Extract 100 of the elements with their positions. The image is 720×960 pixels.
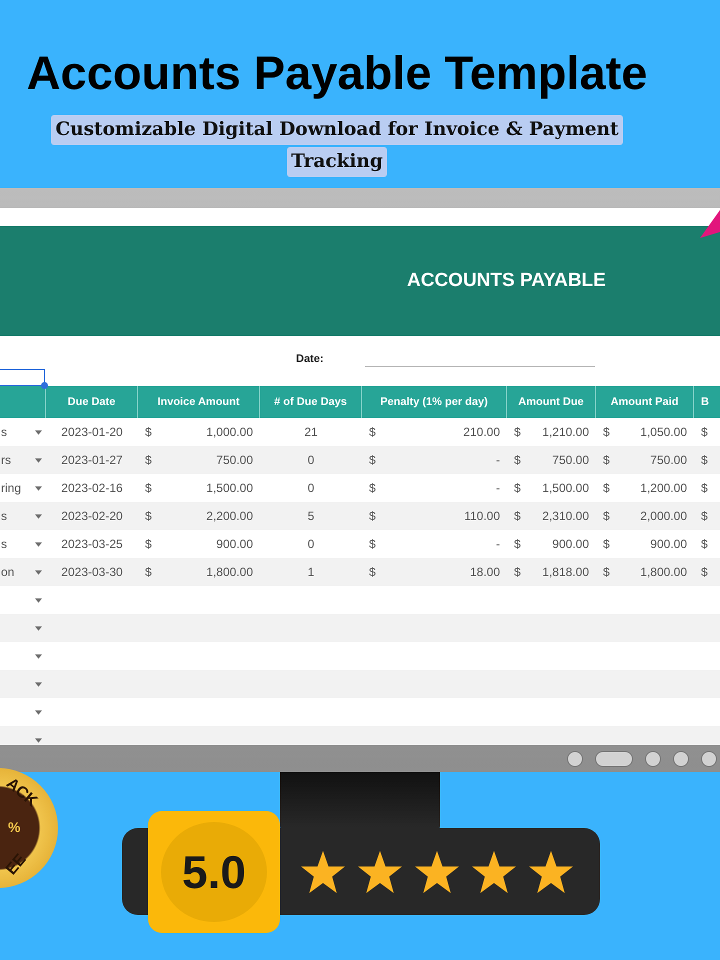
star-icon <box>528 850 574 894</box>
monitor-button[interactable] <box>595 750 633 766</box>
currency-symbol: $ <box>701 537 708 551</box>
monitor-button[interactable] <box>645 750 661 766</box>
page-title: Accounts Payable Template <box>26 45 648 101</box>
table-cell: 900.00 <box>552 537 589 551</box>
monitor-button[interactable] <box>673 750 689 766</box>
dropdown-caret-icon[interactable] <box>35 598 42 602</box>
currency-symbol: $ <box>369 481 376 495</box>
currency-symbol: $ <box>701 509 708 523</box>
currency-symbol: $ <box>603 425 610 439</box>
table-cell: 5 <box>308 509 314 523</box>
table-cell: 1,500.00 <box>206 481 253 495</box>
dropdown-caret-icon[interactable] <box>35 430 42 434</box>
currency-symbol: $ <box>369 509 376 523</box>
table-cell: 2,310.00 <box>542 509 589 523</box>
dropdown-caret-icon[interactable] <box>35 514 42 518</box>
dropdown-caret-icon[interactable] <box>35 458 42 462</box>
table-cell: 2,200.00 <box>206 509 253 523</box>
table-cell: - <box>496 481 500 495</box>
monitor-button[interactable] <box>567 750 583 766</box>
currency-symbol: $ <box>603 481 610 495</box>
table-cell: s <box>1 509 7 523</box>
currency-symbol: $ <box>369 565 376 579</box>
currency-symbol: $ <box>145 537 152 551</box>
table-cell: 750.00 <box>216 453 253 467</box>
dropdown-caret-icon[interactable] <box>35 570 42 574</box>
currency-symbol: $ <box>145 509 152 523</box>
table-cell: 2023-02-16 <box>61 481 123 495</box>
sheet-heading: ACCOUNTS PAYABLE <box>407 270 606 292</box>
table-cell: - <box>496 453 500 467</box>
currency-symbol: $ <box>145 425 152 439</box>
seal-text: EE <box>2 851 30 879</box>
currency-symbol: $ <box>701 481 708 495</box>
table-cell: 2023-03-25 <box>61 537 123 551</box>
table-cell: 900.00 <box>216 537 253 551</box>
currency-symbol: $ <box>145 453 152 467</box>
currency-symbol: $ <box>514 481 521 495</box>
dropdown-caret-icon[interactable] <box>35 738 42 742</box>
table-cell: 1,800.00 <box>640 565 687 579</box>
table-cell: 1,818.00 <box>542 565 589 579</box>
currency-symbol: $ <box>514 453 521 467</box>
star-icon <box>471 850 517 894</box>
column-header: B <box>700 395 710 410</box>
table-cell: 750.00 <box>552 453 589 467</box>
table-cell: 1,800.00 <box>206 565 253 579</box>
table-cell: 210.00 <box>463 425 500 439</box>
table-cell: 1,210.00 <box>542 425 589 439</box>
dropdown-caret-icon[interactable] <box>35 710 42 714</box>
table-cell: 1,500.00 <box>542 481 589 495</box>
currency-symbol: $ <box>145 481 152 495</box>
table-cell: rs <box>1 453 11 467</box>
currency-symbol: $ <box>603 565 610 579</box>
dropdown-caret-icon[interactable] <box>35 654 42 658</box>
star-icon <box>357 850 403 894</box>
currency-symbol: $ <box>603 453 610 467</box>
table-cell: 0 <box>308 453 314 467</box>
currency-symbol: $ <box>701 453 708 467</box>
dropdown-caret-icon[interactable] <box>35 626 42 630</box>
currency-symbol: $ <box>369 537 376 551</box>
dropdown-caret-icon[interactable] <box>35 682 42 686</box>
table-cell: 18.00 <box>470 565 500 579</box>
currency-symbol: $ <box>514 537 521 551</box>
star-icon <box>414 850 460 894</box>
currency-symbol: $ <box>603 509 610 523</box>
currency-symbol: $ <box>514 509 521 523</box>
table-cell: 1 <box>308 565 314 579</box>
currency-symbol: $ <box>514 425 521 439</box>
table-cell: 900.00 <box>650 537 687 551</box>
currency-symbol: $ <box>701 565 708 579</box>
table-cell: ring <box>1 481 22 495</box>
table-cell: 1,000.00 <box>206 425 253 439</box>
table-cell: 110.00 <box>464 509 500 523</box>
table-cell: 2,000.00 <box>640 509 687 523</box>
currency-symbol: $ <box>369 425 376 439</box>
currency-symbol: $ <box>369 453 376 467</box>
table-cell: 1,200.00 <box>640 481 687 495</box>
monitor-button[interactable] <box>701 750 717 766</box>
table-cell: - <box>496 537 500 551</box>
table-cell: 1,050.00 <box>640 425 687 439</box>
table-cell: 2023-02-20 <box>61 509 123 523</box>
table-cell: 0 <box>308 481 314 495</box>
rating-score: 5.0 <box>161 822 267 922</box>
seal-text: % <box>8 819 20 835</box>
table-cell: 2023-03-30 <box>61 565 123 579</box>
table-cell: 2023-01-27 <box>61 453 123 467</box>
table-cell: 750.00 <box>650 453 687 467</box>
dropdown-caret-icon[interactable] <box>35 486 42 490</box>
currency-symbol: $ <box>514 565 521 579</box>
table-cell: on <box>1 565 14 579</box>
table-cell: s <box>1 425 7 439</box>
dropdown-caret-icon[interactable] <box>35 542 42 546</box>
table-cell: 2023-01-20 <box>61 425 123 439</box>
currency-symbol: $ <box>701 425 708 439</box>
table-cell: 21 <box>304 425 318 439</box>
table-cell: 0 <box>308 537 314 551</box>
table-cell: s <box>1 537 7 551</box>
currency-symbol: $ <box>145 565 152 579</box>
currency-symbol: $ <box>603 537 610 551</box>
date-label: Date: <box>296 353 324 365</box>
